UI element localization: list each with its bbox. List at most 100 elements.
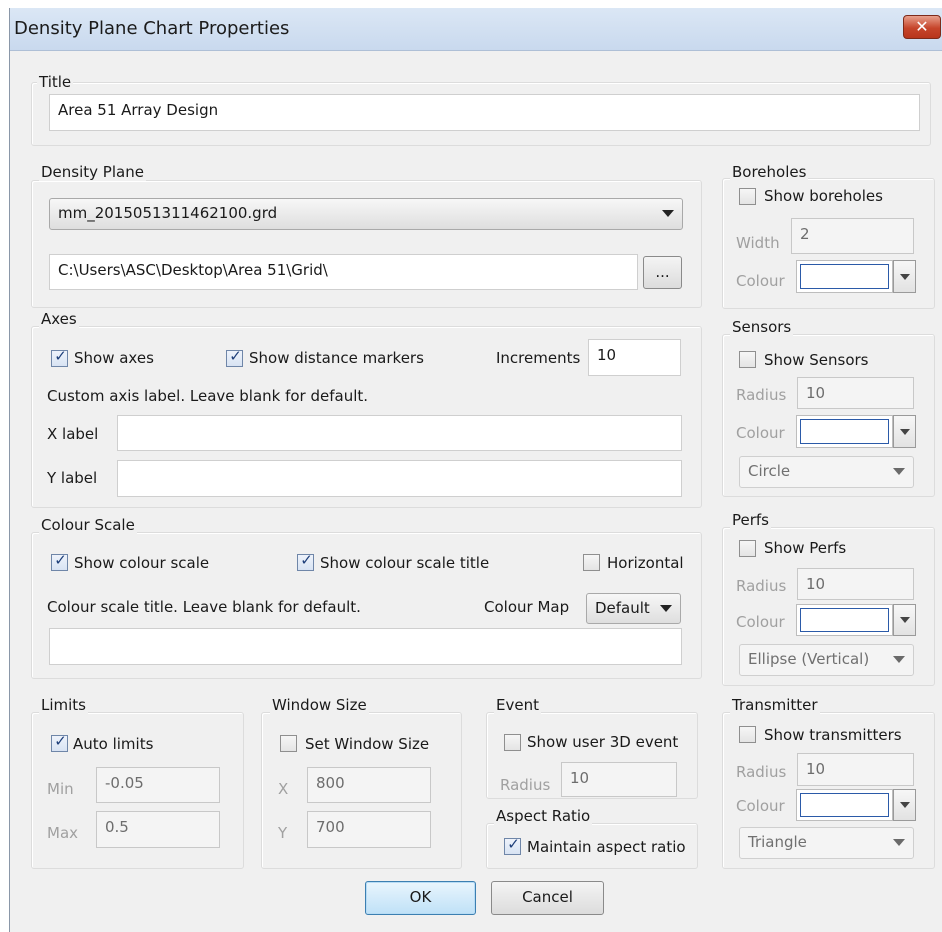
set-window-size-checkbox[interactable] [280,735,297,752]
x-label-caption: X label [47,425,99,443]
perfs-colour-picker[interactable] [796,604,893,636]
chevron-down-icon [662,210,674,217]
auto-limits-label: Auto limits [73,735,154,753]
custom-axis-label-note: Custom axis label. Leave blank for defau… [47,387,369,405]
min-input[interactable]: -0.05 [96,767,220,803]
chevron-down-icon [893,468,905,475]
boreholes-colour-label: Colour [736,272,785,290]
colour-map-label: Colour Map [484,598,570,616]
show-distance-markers-label: Show distance markers [249,349,424,367]
show-user-3d-event-checkbox[interactable] [504,734,521,751]
title-bar: Density Plane Chart Properties ✕ [10,8,942,51]
title-group-legend: Title [37,73,74,91]
sensors-colour-dropdown[interactable] [893,415,916,448]
max-label: Max [47,824,79,842]
sensors-legend: Sensors [730,318,794,336]
density-path-input[interactable]: C:\Users\ASC\Desktop\Area 51\Grid\ [49,254,638,290]
increments-label: Increments [496,349,581,367]
chevron-down-icon [893,839,905,846]
transmitter-shape-value: Triangle [748,833,807,851]
transmitter-legend: Transmitter [730,696,820,714]
event-legend: Event [494,696,541,714]
perfs-legend: Perfs [730,511,772,529]
colour-scale-legend: Colour Scale [39,516,137,534]
limits-legend: Limits [39,696,88,714]
density-file-select[interactable]: mm_2015051311462100.grd [49,198,683,230]
perfs-shape-value: Ellipse (Vertical) [748,650,870,668]
colour-swatch [800,264,889,289]
perfs-radius-label: Radius [736,577,787,595]
show-distance-markers-checkbox[interactable]: ✓ [226,347,243,367]
window-title: Density Plane Chart Properties [14,18,290,39]
perfs-radius-input[interactable]: 10 [797,568,914,600]
transmitter-radius-label: Radius [736,763,787,781]
sensors-shape-value: Circle [748,462,791,480]
max-input[interactable]: 0.5 [96,811,220,848]
sensors-radius-input[interactable]: 10 [797,377,914,409]
colour-swatch [800,793,889,817]
sensors-radius-label: Radius [736,386,787,404]
show-user-3d-event-label: Show user 3D event [527,733,679,751]
transmitter-colour-dropdown[interactable] [893,789,916,821]
ok-button[interactable]: OK [365,881,476,915]
density-plane-legend: Density Plane [39,163,146,181]
checkmark-icon: ✓ [54,732,67,750]
axes-legend: Axes [39,310,79,328]
colour-map-select[interactable]: Default [586,593,681,624]
browse-button[interactable]: ... [643,256,682,289]
x-label-input[interactable] [117,415,682,451]
sensors-shape-select[interactable]: Circle [739,456,914,488]
show-sensors-label: Show Sensors [764,351,869,369]
colour-scale-title-input[interactable] [49,628,682,665]
min-label: Min [47,780,74,798]
perfs-shape-select[interactable]: Ellipse (Vertical) [739,644,914,676]
show-colour-scale-label: Show colour scale [74,554,210,572]
perfs-colour-dropdown[interactable] [893,604,916,636]
boreholes-colour-picker[interactable] [796,260,893,293]
maintain-aspect-ratio-checkbox[interactable]: ✓ [504,835,521,855]
show-transmitters-label: Show transmitters [764,726,902,744]
title-input[interactable]: Area 51 Array Design [49,94,920,131]
show-colour-scale-title-checkbox[interactable]: ✓ [297,551,314,571]
dialog-window: Density Plane Chart Properties ✕ Title A… [9,8,942,932]
show-perfs-checkbox[interactable] [739,540,756,557]
checkmark-icon: ✓ [229,347,242,365]
event-radius-input[interactable]: 10 [561,762,677,797]
window-size-legend: Window Size [270,696,369,714]
colour-scale-title-note: Colour scale title. Leave blank for defa… [47,598,361,616]
y-label-input[interactable] [117,460,682,497]
horizontal-checkbox[interactable] [583,554,600,571]
boreholes-width-label: Width [736,234,780,252]
set-window-size-label: Set Window Size [305,735,430,753]
perfs-colour-label: Colour [736,613,785,631]
colour-map-value: Default [595,599,650,617]
window-y-input[interactable]: 700 [307,811,431,848]
cancel-button[interactable]: Cancel [491,881,604,915]
window-x-input[interactable]: 800 [307,767,431,803]
show-boreholes-checkbox[interactable] [739,188,756,205]
transmitter-radius-input[interactable]: 10 [797,753,914,786]
show-transmitters-checkbox[interactable] [739,726,756,743]
auto-limits-checkbox[interactable]: ✓ [51,732,68,752]
boreholes-colour-dropdown[interactable] [893,260,916,293]
colour-swatch [800,419,889,444]
checkmark-icon: ✓ [300,551,313,569]
show-axes-checkbox[interactable]: ✓ [51,347,68,367]
horizontal-label: Horizontal [607,554,684,572]
y-label-caption: Y label [47,469,98,487]
sensors-colour-picker[interactable] [796,415,893,448]
transmitter-colour-picker[interactable] [796,789,893,821]
increments-input[interactable]: 10 [588,339,681,376]
maintain-aspect-ratio-label: Maintain aspect ratio [527,838,686,856]
show-sensors-checkbox[interactable] [739,351,756,368]
show-colour-scale-title-label: Show colour scale title [320,554,490,572]
transmitter-shape-select[interactable]: Triangle [739,827,914,859]
show-colour-scale-checkbox[interactable]: ✓ [51,551,68,571]
close-button[interactable]: ✕ [903,15,941,39]
window-x-label: X [278,780,289,798]
boreholes-width-input[interactable]: 2 [791,218,914,254]
show-axes-label: Show axes [74,349,154,367]
event-radius-label: Radius [500,776,551,794]
checkmark-icon: ✓ [507,835,520,853]
checkmark-icon: ✓ [54,347,67,365]
